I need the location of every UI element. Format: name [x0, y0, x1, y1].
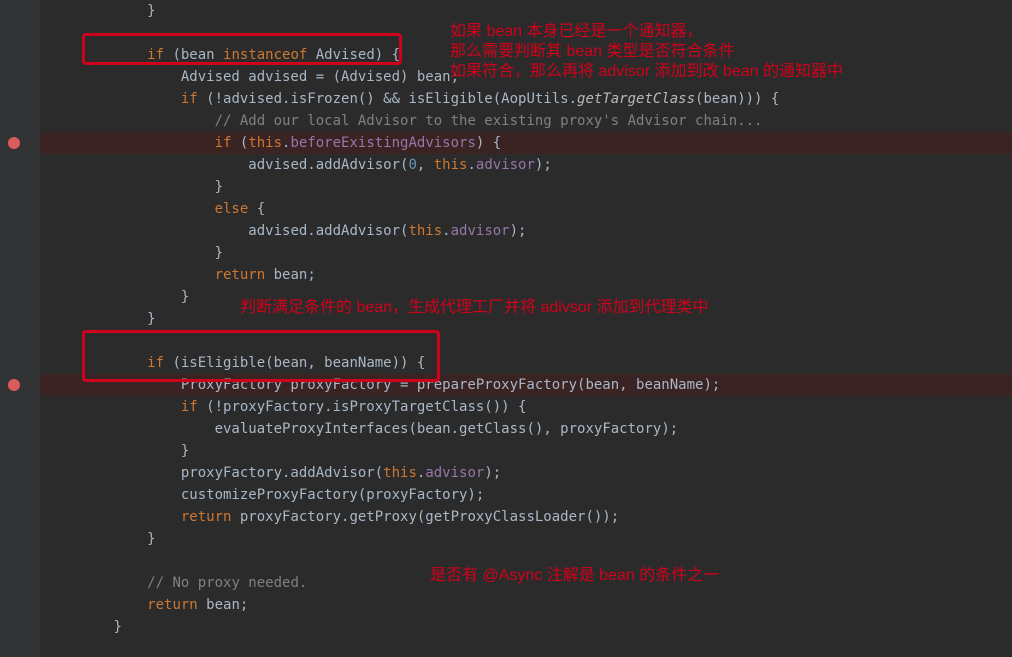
token: customizeProxyFactory(proxyFactory) [181, 487, 476, 503]
token: proxyFactory.addAdvisor( [181, 465, 383, 481]
token: beanName)) { [324, 355, 425, 371]
token: bean [206, 597, 240, 613]
token: (bean))) { [695, 91, 779, 107]
token: if [147, 47, 172, 63]
code-editor[interactable]: } if (bean instanceof Advised) { Advised… [40, 0, 1012, 638]
token: ; [307, 267, 315, 283]
token: return [215, 267, 274, 283]
token: ProxyFactory proxyFactory = prepareProxy… [181, 377, 619, 393]
token: this [408, 223, 442, 239]
token: { [257, 201, 265, 217]
code-line[interactable]: if (isEligible(bean, beanName)) { [40, 352, 1012, 374]
code-line[interactable]: return proxyFactory.getProxy(getProxyCla… [40, 506, 1012, 528]
token: else [215, 201, 257, 217]
token: advisor [451, 223, 510, 239]
code-line[interactable]: } [40, 616, 1012, 638]
token: this [248, 135, 282, 151]
token: getTargetClass [577, 91, 695, 107]
token: (bean [172, 47, 223, 63]
token: instanceof [223, 47, 316, 63]
token: return [147, 597, 206, 613]
token: } [147, 3, 155, 19]
token: beforeExistingAdvisors [290, 135, 475, 151]
breakpoint-icon[interactable] [8, 379, 20, 391]
token: ); [484, 465, 501, 481]
annotation-1-line1: 如果 bean 本身已经是一个通知器， [450, 22, 843, 42]
token: if [215, 135, 240, 151]
token: } [215, 245, 223, 261]
token: } [147, 531, 155, 547]
breakpoint-icon[interactable] [8, 137, 20, 149]
token: proxyFactory.getProxy(getProxyClassLoade… [240, 509, 611, 525]
code-line[interactable]: } [40, 242, 1012, 264]
token: if [147, 355, 172, 371]
code-line[interactable]: customizeProxyFactory(proxyFactory); [40, 484, 1012, 506]
code-line[interactable]: if (!advised.isFrozen() && isEligible(Ao… [40, 88, 1012, 110]
annotation-1-line2: 那么需要判断其 bean 类型是否符合条件 [450, 42, 843, 62]
token: (!proxyFactory.isProxyTargetClass()) { [206, 399, 526, 415]
token: . [467, 157, 475, 173]
code-line[interactable]: return bean; [40, 264, 1012, 286]
token: (isEligible(bean [172, 355, 307, 371]
token: if [181, 91, 206, 107]
token: if [181, 399, 206, 415]
token: // No proxy needed. [147, 575, 307, 591]
token: advisor [476, 157, 535, 173]
token: advised.addAdvisor( [248, 157, 408, 173]
token: } [147, 311, 155, 327]
token: Advised) { [316, 47, 400, 63]
token: advisor [425, 465, 484, 481]
code-line[interactable]: proxyFactory.addAdvisor(this.advisor); [40, 462, 1012, 484]
code-line[interactable]: } [40, 528, 1012, 550]
token: proxyFactory) [560, 421, 670, 437]
token: } [181, 289, 189, 305]
code-line[interactable]: ProxyFactory proxyFactory = prepareProxy… [40, 374, 1012, 396]
code-line[interactable]: advised.addAdvisor(0, this.advisor); [40, 154, 1012, 176]
token: } [113, 619, 121, 635]
token: , [417, 157, 434, 173]
token: ) { [476, 135, 501, 151]
token: ; [611, 509, 619, 525]
token: ; [670, 421, 678, 437]
code-line[interactable]: evaluateProxyInterfaces(bean.getClass(),… [40, 418, 1012, 440]
code-line[interactable]: return bean; [40, 594, 1012, 616]
token: ; [712, 377, 720, 393]
token: // Add our local Advisor to the existing… [215, 113, 763, 129]
code-line[interactable]: advised.addAdvisor(this.advisor); [40, 220, 1012, 242]
code-line[interactable]: // Add our local Advisor to the existing… [40, 110, 1012, 132]
token: . [442, 223, 450, 239]
token: ; [240, 597, 248, 613]
token: advised.addAdvisor( [248, 223, 408, 239]
code-line[interactable]: } [40, 440, 1012, 462]
token: beanName) [636, 377, 712, 393]
token: } [215, 179, 223, 195]
token: , [307, 355, 324, 371]
token: bean [274, 267, 308, 283]
token: ); [510, 223, 527, 239]
token: } [181, 443, 189, 459]
editor-gutter [0, 0, 40, 657]
token: Advised advised = (Advised) bean [181, 69, 451, 85]
token: ; [476, 487, 484, 503]
code-line[interactable]: } [40, 0, 1012, 22]
annotation-1: 如果 bean 本身已经是一个通知器， 那么需要判断其 bean 类型是否符合条… [450, 22, 843, 82]
token: 0 [408, 157, 416, 173]
token: (!advised.isFrozen() && isEligible(AopUt… [206, 91, 577, 107]
token: return [181, 509, 240, 525]
code-line[interactable] [40, 330, 1012, 352]
code-line[interactable]: } [40, 176, 1012, 198]
token: evaluateProxyInterfaces(bean.getClass() [215, 421, 544, 437]
token: this [434, 157, 468, 173]
code-line[interactable]: if (this.beforeExistingAdvisors) { [40, 132, 1012, 154]
annotation-1-line3: 如果符合，那么再将 advisor 添加到改 bean 的通知器中 [450, 62, 843, 82]
annotation-2: 判断满足条件的 bean，生成代理工厂并将 adivsor 添加到代理类中 [240, 298, 709, 318]
code-line[interactable]: else { [40, 198, 1012, 220]
token: , [543, 421, 560, 437]
annotation-3: 是否有 @Async 注解是 bean 的条件之一 [430, 566, 719, 586]
code-line[interactable]: if (!proxyFactory.isProxyTargetClass()) … [40, 396, 1012, 418]
token: ); [535, 157, 552, 173]
token: this [383, 465, 417, 481]
token: , [619, 377, 636, 393]
